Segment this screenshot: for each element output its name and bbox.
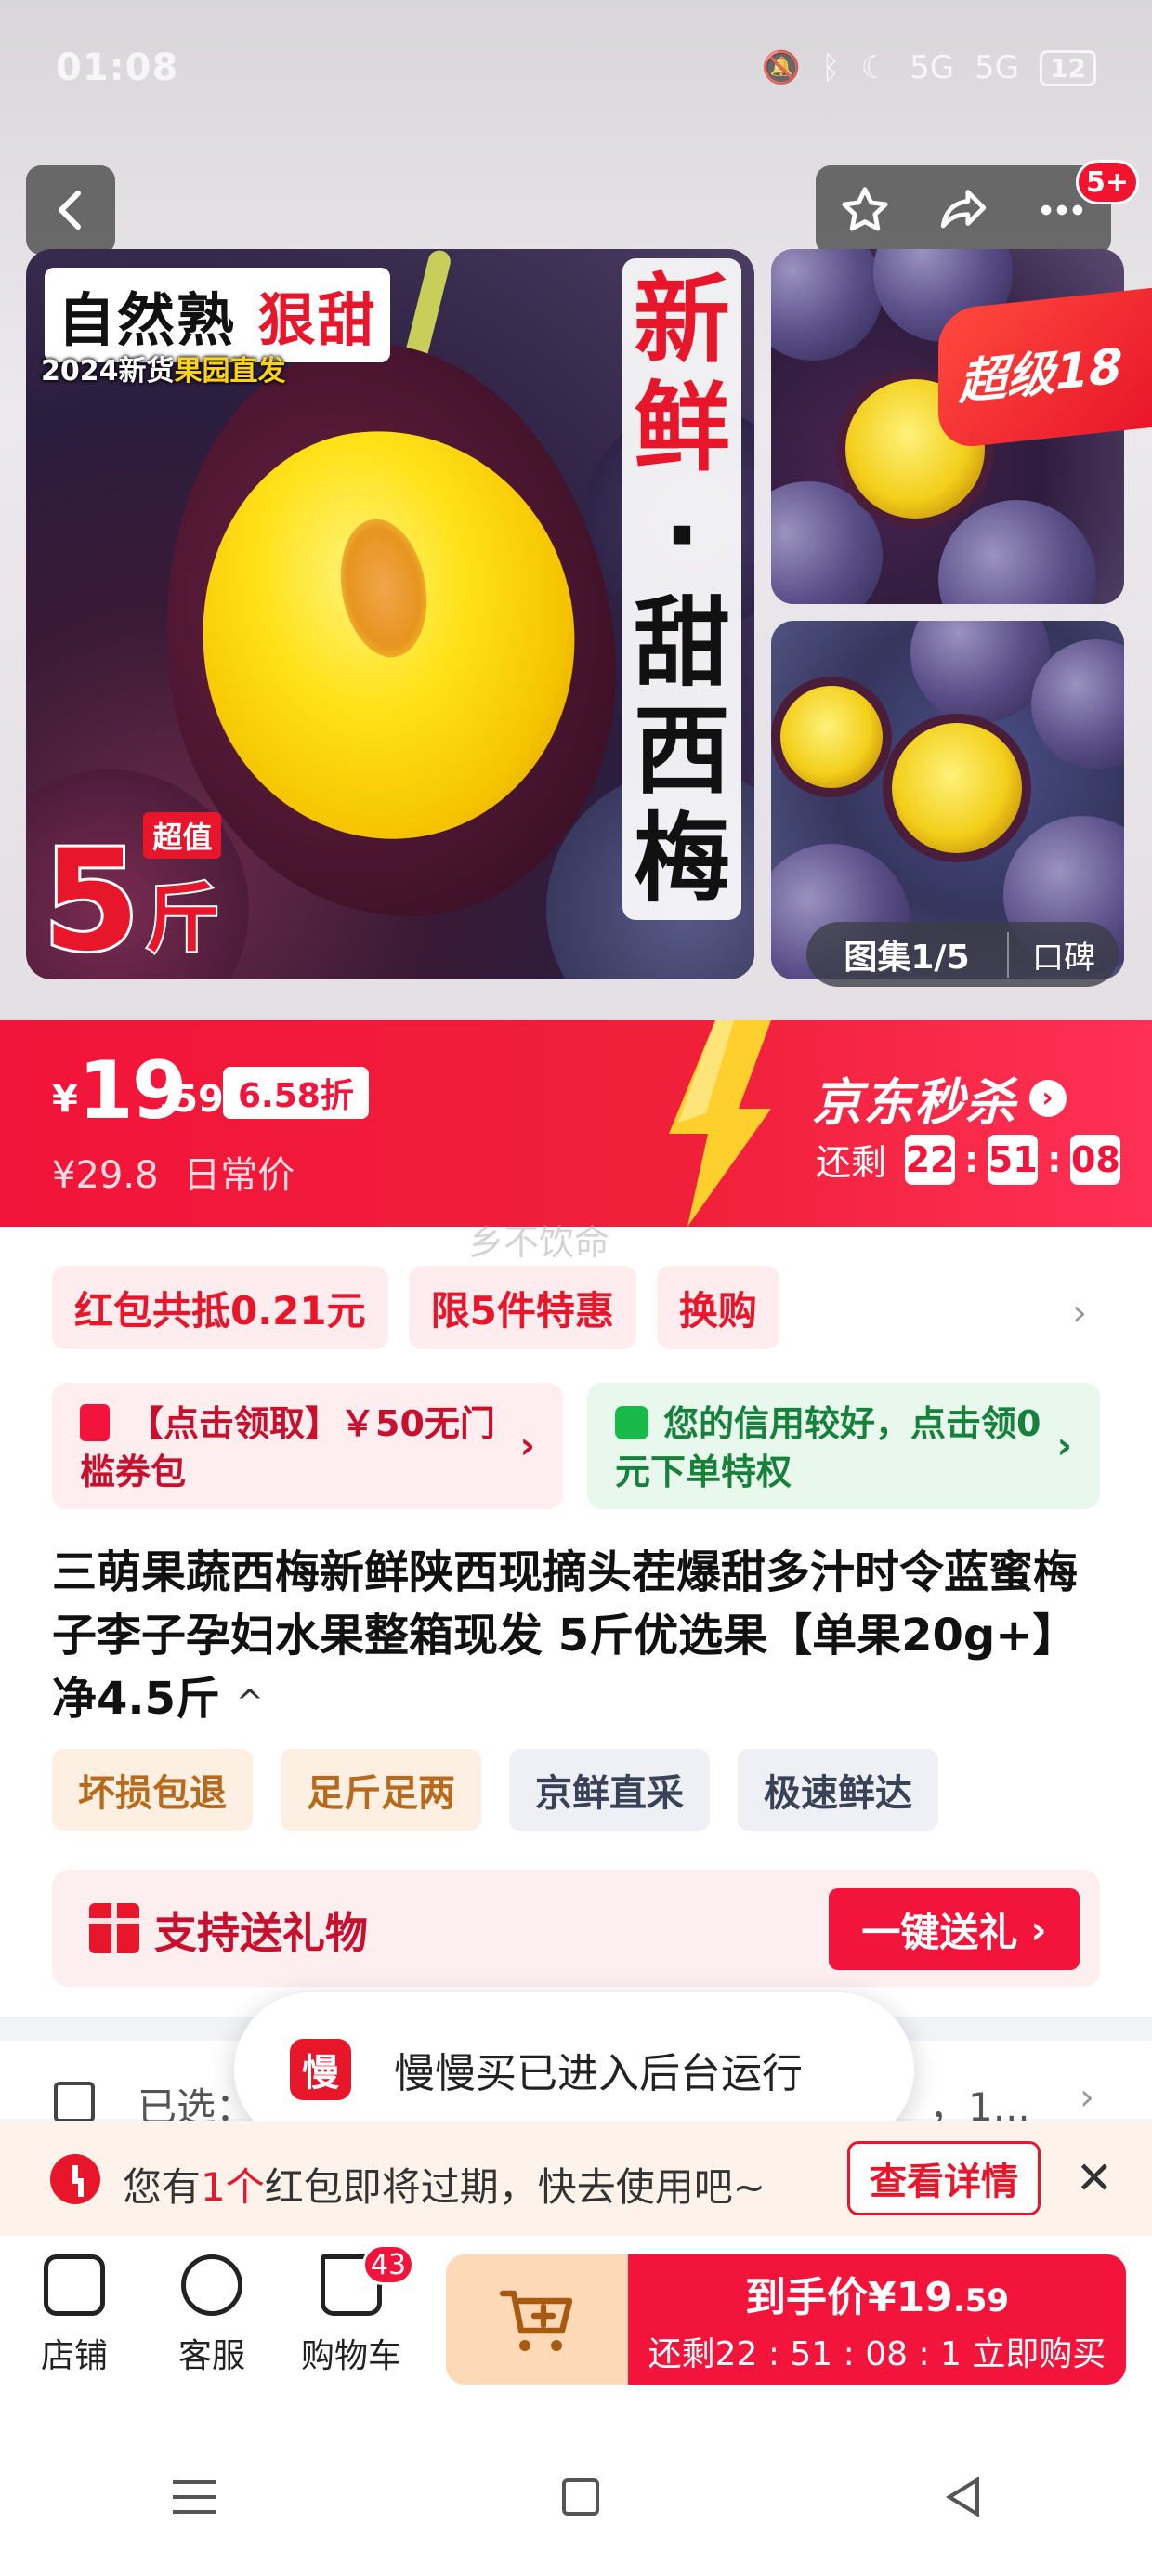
buy-now-button[interactable]: 到手价¥19.59 还剩22 : 51 : 08 : 1 立即购买 <box>628 2254 1126 2385</box>
reputation-tab[interactable]: 口碑 <box>1007 931 1119 978</box>
chevron-right-icon: › <box>1080 2076 1094 2119</box>
price-banner: ¥ 19 .59 6.58折 ¥29.8 日常价 京东秒杀 › 还剩 22 : … <box>0 1020 1152 1227</box>
product-gallery: 01:08 🔕 ᛒ ☾ 5G 5G 12 5+ 自然熟 狠甜 2024新货果园直… <box>0 0 1152 1022</box>
seckill-link[interactable]: 京东秒杀 › <box>812 1061 1067 1135</box>
gift-label: 支持送礼物 <box>154 1908 368 1958</box>
service-button[interactable]: 客服 <box>156 2254 268 2377</box>
signal-icon: 5G <box>975 49 1020 86</box>
credit-privilege-card[interactable]: 您的信用较好，点击领0元下单特权 › <box>587 1383 1100 1509</box>
alarm-icon <box>50 2154 100 2204</box>
service-tag[interactable]: 足斤足两 <box>281 1749 481 1831</box>
lightning-icon <box>669 1020 771 1227</box>
notification-badge: 5+ <box>1075 160 1139 204</box>
promo-chip[interactable]: 红包共抵0.21元 <box>52 1266 388 1349</box>
collapse-icon[interactable]: ^ <box>236 1684 264 1722</box>
back-button[interactable] <box>26 165 115 255</box>
status-icons: 🔕 ᛒ ☾ 5G 5G 12 <box>762 49 1096 86</box>
chevron-right-icon: › <box>1030 1906 1047 1952</box>
bottom-action-bar: 店铺 客服 43 购物车 到手价¥19.59 还剩22 : 51 : 08 : … <box>0 2236 1152 2418</box>
chevron-right-icon: › <box>519 1425 535 1467</box>
main-product-image[interactable]: 自然熟 狠甜 2024新货果园直发 新 鲜 · 甜 西 梅 5 超值 斤 <box>26 249 754 979</box>
shop-button[interactable]: 店铺 <box>19 2254 130 2377</box>
cart-link-button[interactable]: 43 购物车 <box>295 2244 414 2377</box>
service-tags: 坏损包退 足斤足两 京鲜直采 极速鲜达 <box>52 1749 938 1831</box>
super18-badge: 超级18 <box>938 287 1152 451</box>
top-action-group <box>816 165 1111 255</box>
share-icon[interactable] <box>936 183 990 237</box>
spec-icon <box>54 2082 95 2123</box>
gift-row: 支持送礼物 一键送礼 › <box>52 1870 1100 1987</box>
image-vertical-title: 新 鲜 · 甜 西 梅 <box>622 258 741 920</box>
promo-chip[interactable]: 限5件特惠 <box>408 1266 636 1349</box>
watermark-text: 乡不饮命 <box>468 1222 610 1263</box>
mute-icon: 🔕 <box>761 49 802 86</box>
chevron-right-icon[interactable]: › <box>1072 1292 1087 1334</box>
bag-icon <box>615 1406 648 1439</box>
app-logo-icon: 慢 <box>290 2039 351 2100</box>
image-tag-sub: 2024新货果园直发 <box>41 355 286 388</box>
original-price: ¥29.8 日常价 <box>52 1154 295 1197</box>
chevron-right-icon: › <box>1056 1425 1072 1467</box>
home-icon[interactable] <box>561 2478 599 2516</box>
chevron-left-icon <box>59 191 81 230</box>
status-bar: 01:08 🔕 ᛒ ☾ 5G 5G 12 <box>56 45 1096 91</box>
send-gift-button[interactable]: 一键送礼 › <box>829 1888 1080 1970</box>
signal-icon: 5G <box>910 49 955 86</box>
gallery-counter[interactable]: 图集1/5 口碑 <box>806 922 1119 987</box>
store-icon <box>44 2254 105 2316</box>
coupon-card[interactable]: 【点击领取】￥50无门槛券包 › <box>52 1383 563 1509</box>
image-weight-tag: 5 超值 斤 <box>40 812 222 974</box>
menu-icon[interactable] <box>173 2480 216 2514</box>
bluetooth-icon: ᛒ <box>821 49 841 86</box>
promo-chips: 红包共抵0.21元 限5件特惠 换购 <box>52 1266 779 1349</box>
battery-icon: 12 <box>1040 49 1096 86</box>
cart-count-badge: 43 <box>362 2244 414 2285</box>
moon-icon: ☾ <box>860 49 890 86</box>
star-icon[interactable] <box>838 183 892 237</box>
expire-notice-bar: 您有1个红包即将过期，快去使用吧~ 查看详情 ✕ <box>0 2121 1152 2236</box>
service-tag[interactable]: 京鲜直采 <box>509 1749 710 1831</box>
service-tag[interactable]: 极速鲜达 <box>738 1749 938 1831</box>
view-details-button[interactable]: 查看详情 <box>847 2141 1041 2215</box>
price-currency: ¥ <box>52 1078 78 1121</box>
add-cart-icon <box>499 2290 573 2351</box>
promo-chip[interactable]: 换购 <box>656 1266 779 1349</box>
system-nav-bar <box>0 2418 1152 2576</box>
product-title: 三萌果蔬西梅新鲜陕西现摘头茬爆甜多汁时令蓝蜜梅子李子孕妇水果整箱现发 5斤优选果… <box>52 1546 1079 1725</box>
close-icon[interactable]: ✕ <box>1076 2152 1113 2204</box>
coupon-icon <box>80 1404 110 1441</box>
cart-icon: 43 <box>321 2244 414 2316</box>
seckill-countdown: 还剩 22 : 51 : 08 <box>816 1134 1121 1185</box>
price-decimal: .59 <box>158 1078 224 1121</box>
status-time: 01:08 <box>56 46 179 89</box>
service-tag[interactable]: 坏损包退 <box>52 1749 253 1831</box>
chat-icon <box>181 2254 242 2316</box>
gift-icon <box>89 1903 139 1953</box>
chevron-right-icon: › <box>1029 1079 1067 1117</box>
back-triangle-icon[interactable] <box>945 2477 979 2517</box>
discount-badge: 6.58折 <box>223 1067 369 1119</box>
add-to-cart-button[interactable] <box>446 2254 628 2385</box>
